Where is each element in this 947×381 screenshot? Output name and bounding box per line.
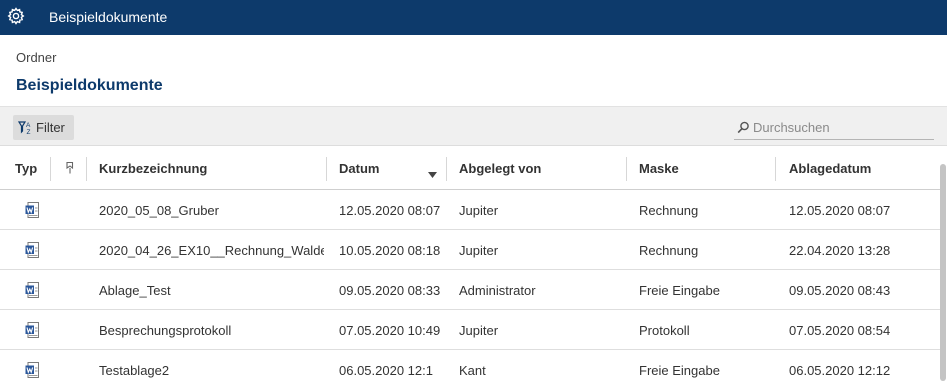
search-input[interactable] — [753, 117, 931, 137]
cell-ablagedatum: 07.05.2020 08:54 — [789, 323, 891, 338]
filter-button[interactable]: A Z Filter — [13, 115, 74, 140]
svg-text:A: A — [26, 122, 31, 129]
cell-kurzbezeichnung: Testablage2 — [99, 363, 170, 378]
column-header-ablagedatum[interactable]: Ablagedatum — [789, 161, 871, 176]
cell-datum: 12.05.2020 08:07 — [339, 203, 441, 218]
cell-datum: 07.05.2020 10:49 — [339, 323, 441, 338]
filter-label: Filter — [36, 120, 65, 135]
cell-ablagedatum: 06.05.2020 12:12 — [789, 363, 891, 378]
cell-kurzbezeichnung: Besprechungsprotokoll — [99, 323, 232, 338]
cell-abgelegt-von: Jupiter — [459, 323, 499, 338]
table-row[interactable]: Besprechungsprotokoll 07.05.2020 10:49 J… — [0, 310, 940, 350]
column-divider[interactable] — [446, 157, 447, 181]
column-header-datum[interactable]: Datum — [339, 161, 379, 176]
cell-datum: 09.05.2020 08:33 — [339, 283, 441, 298]
table-row[interactable]: 2020_04_26_EX10__Rechnung_Walde 10.05.20… — [0, 230, 940, 270]
column-divider[interactable] — [86, 157, 87, 181]
word-document-icon — [25, 282, 39, 298]
sort-descending-icon[interactable] — [428, 165, 437, 178]
column-divider[interactable] — [626, 157, 627, 181]
svg-text:Z: Z — [27, 129, 31, 135]
cell-maske: Freie Eingabe — [639, 363, 720, 378]
cell-maske: Freie Eingabe — [639, 283, 720, 298]
scrollbar-thumb[interactable] — [940, 164, 946, 381]
cell-abgelegt-von: Jupiter — [459, 203, 499, 218]
table-header: Typ Kurzbezeichnung Datum Abgelegt von M… — [0, 146, 940, 190]
app-header: Beispieldokumente — [0, 0, 947, 35]
column-header-maske[interactable]: Maske — [639, 161, 679, 176]
cell-datum: 06.05.2020 12:1 — [339, 363, 433, 378]
cell-ablagedatum: 12.05.2020 08:07 — [789, 203, 891, 218]
column-divider[interactable] — [775, 157, 776, 181]
column-divider[interactable] — [50, 157, 51, 181]
cell-maske: Rechnung — [639, 203, 699, 218]
breadcrumb[interactable]: Ordner — [16, 50, 56, 65]
column-header-abgelegt-von[interactable]: Abgelegt von — [459, 161, 541, 176]
toolbar: A Z Filter — [0, 106, 947, 146]
search-icon — [737, 121, 750, 134]
cell-maske: Rechnung — [639, 243, 699, 258]
cell-abgelegt-von: Kant — [459, 363, 486, 378]
cell-kurzbezeichnung: Ablage_Test — [99, 283, 171, 298]
page-title: Beispieldokumente — [16, 77, 163, 94]
cell-maske: Protokoll — [639, 323, 690, 338]
column-divider[interactable] — [326, 157, 327, 181]
table-row[interactable]: 2020_05_08_Gruber 12.05.2020 08:07 Jupit… — [0, 190, 940, 230]
cell-abgelegt-von: Jupiter — [459, 243, 499, 258]
cell-kurzbezeichnung: 2020_05_08_Gruber — [99, 203, 219, 218]
word-document-icon — [25, 362, 39, 378]
word-document-icon — [25, 242, 39, 258]
column-header-typ[interactable]: Typ — [15, 161, 37, 176]
document-table: Typ Kurzbezeichnung Datum Abgelegt von M… — [0, 146, 947, 381]
search-field[interactable] — [734, 115, 934, 140]
filter-icon: A Z — [17, 120, 34, 136]
word-document-icon — [25, 322, 39, 338]
column-header-kurzbezeichnung[interactable]: Kurzbezeichnung — [99, 161, 207, 176]
app-title: Beispieldokumente — [49, 9, 168, 25]
gear-icon[interactable] — [7, 7, 25, 25]
cell-abgelegt-von: Administrator — [459, 283, 536, 298]
cell-ablagedatum: 22.04.2020 13:28 — [789, 243, 891, 258]
cell-datum: 10.05.2020 08:18 — [339, 243, 441, 258]
word-document-icon — [25, 202, 39, 218]
cell-kurzbezeichnung: 2020_04_26_EX10__Rechnung_Walde — [99, 243, 324, 258]
table-row[interactable]: Testablage2 06.05.2020 12:1 Kant Freie E… — [0, 350, 940, 381]
table-row[interactable]: Ablage_Test 09.05.2020 08:33 Administrat… — [0, 270, 940, 310]
cell-ablagedatum: 09.05.2020 08:43 — [789, 283, 891, 298]
pin-icon[interactable] — [64, 161, 76, 175]
